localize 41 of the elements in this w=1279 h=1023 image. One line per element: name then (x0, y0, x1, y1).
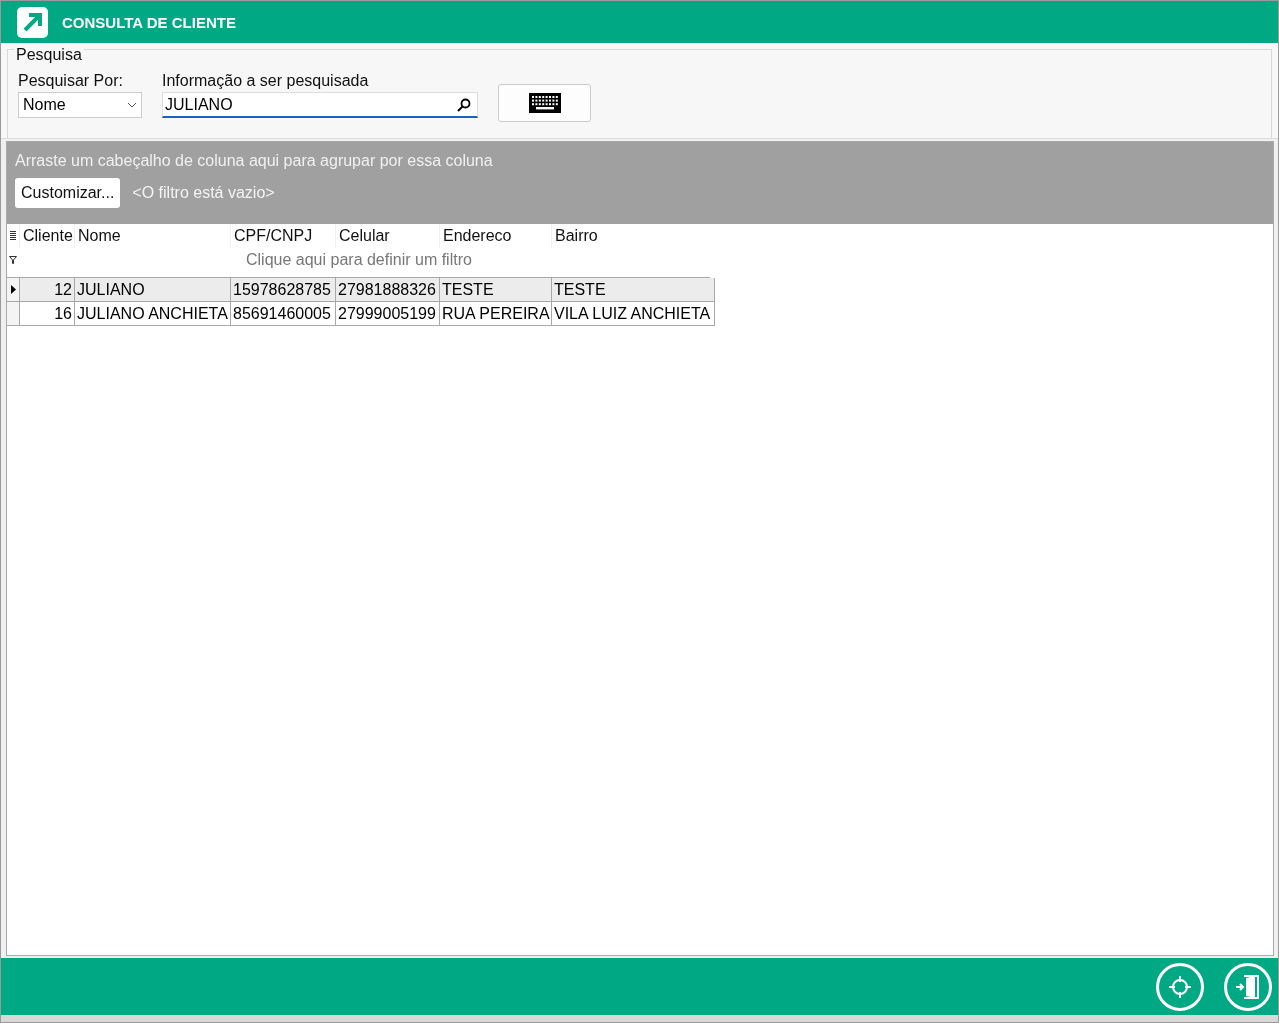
filter-status: <O filtro está vazio> (132, 184, 275, 202)
chevron-down-icon (127, 102, 137, 108)
filter-icon[interactable] (9, 256, 17, 264)
table-cell: 16 (20, 302, 75, 326)
table-cell: JULIANO ANCHIETA (75, 302, 231, 326)
column-chooser-icon[interactable] (10, 231, 16, 241)
row-indicator[interactable] (7, 278, 20, 302)
table-cell: 12 (20, 278, 75, 302)
group-title: Pesquisa (14, 46, 84, 64)
exit-button[interactable] (1224, 962, 1272, 1011)
table-cell: TESTE (552, 278, 715, 302)
window-title: CONSULTA DE CLIENTE (62, 13, 236, 31)
table-cell: 15978628785 (231, 278, 336, 302)
table-cell: TESTE (440, 278, 552, 302)
group-by-hint: Arraste um cabeçalho de coluna aqui para agrupar por essa coluna (15, 152, 494, 170)
locate-button[interactable] (1156, 962, 1204, 1011)
filter-row-hint[interactable]: Clique aqui para definir um filtro (19, 248, 714, 272)
column-header[interactable]: Nome (74, 224, 230, 248)
column-header[interactable]: Endereco (439, 224, 551, 248)
column-header[interactable]: CPF/CNPJ (230, 224, 335, 248)
table-cell: 27981888326 (336, 278, 440, 302)
search-field[interactable]: JULIANO (162, 92, 478, 118)
keyboard-button[interactable] (498, 84, 591, 122)
table-cell: JULIANO (75, 278, 231, 302)
table-cell: 85691460005 (231, 302, 336, 326)
current-row-icon (10, 285, 16, 294)
field-label: Informação a ser pesquisada (162, 72, 370, 90)
column-header[interactable]: Cliente (19, 224, 74, 248)
exit-door-icon (1234, 972, 1262, 1001)
table-cell: VILA LUIZ ANCHIETA (552, 302, 715, 326)
crosshair-icon (1168, 974, 1192, 999)
customize-button[interactable]: Customizar... (15, 178, 121, 208)
column-header[interactable]: Celular (335, 224, 439, 248)
search-icon (457, 97, 471, 112)
column-header[interactable]: Bairro (551, 224, 714, 248)
table-cell: RUA PEREIRA (440, 302, 552, 326)
keyboard-icon (528, 93, 561, 113)
table-cell: 27999005199 (336, 302, 440, 326)
field-label: Pesquisar Por: (18, 72, 124, 90)
logo-icon (17, 6, 48, 38)
search-by-dropdown[interactable]: Nome (18, 92, 142, 118)
